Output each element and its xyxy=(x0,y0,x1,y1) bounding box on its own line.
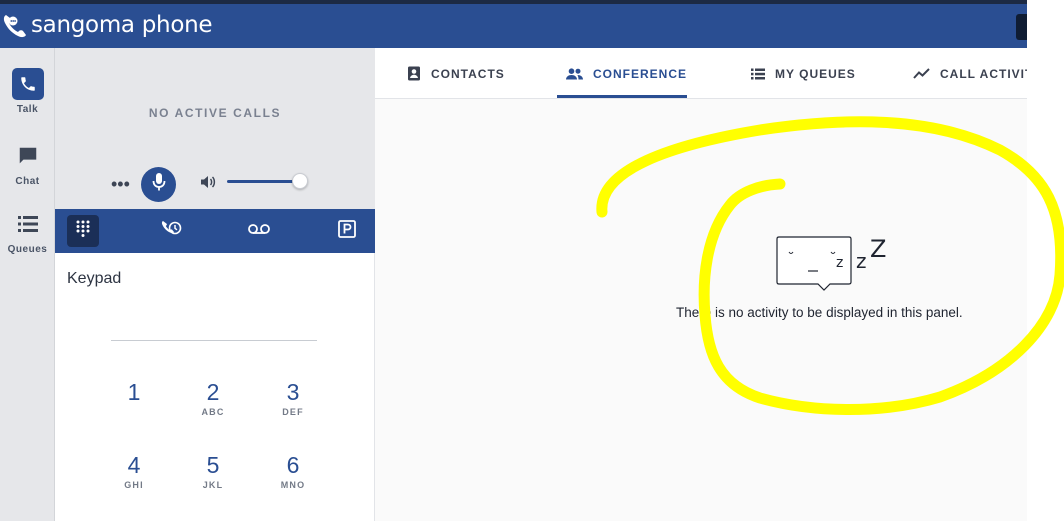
tab-call-activity[interactable]: CALL ACTIVIT xyxy=(913,48,1027,99)
call-status-text: NO ACTIVE CALLS xyxy=(148,106,282,120)
dialpad-button[interactable] xyxy=(67,215,99,247)
tab-my-queues[interactable]: MY QUEUES xyxy=(751,48,856,99)
rail-item-chat[interactable]: Chat xyxy=(0,140,55,187)
call-history-button[interactable] xyxy=(155,215,187,247)
key-letters: JKL xyxy=(202,480,224,490)
sangoma-logo-icon xyxy=(2,13,28,39)
rail-label-chat: Chat xyxy=(15,176,40,187)
list-icon xyxy=(751,68,765,80)
key-number: 4 xyxy=(127,452,141,478)
panel-tabs: CONTACTS CONFERENCE MY QUEUES CALL ACTIV… xyxy=(375,48,1027,99)
key-number: 6 xyxy=(286,452,300,478)
rail-label-queues: Queues xyxy=(7,244,48,255)
key-4[interactable]: 4 GHI xyxy=(104,452,164,491)
app-window: sangoma phone Talk Chat Queues NO ACTIVE… xyxy=(0,0,1027,521)
key-6[interactable]: 6 MNO xyxy=(263,452,323,491)
speaker-icon[interactable] xyxy=(200,175,216,194)
sleeping-bubble-icon: z z Z xyxy=(776,235,888,298)
rail-item-queues[interactable]: Queues xyxy=(0,208,55,255)
key-2[interactable]: 2 ABC xyxy=(183,379,243,418)
contacts-icon xyxy=(407,66,421,81)
key-number: 3 xyxy=(286,379,300,405)
key-number: 5 xyxy=(206,452,220,478)
key-3[interactable]: 3 DEF xyxy=(263,379,323,418)
tab-label: CALL ACTIVIT xyxy=(940,66,1027,81)
mute-button[interactable] xyxy=(141,167,176,202)
keypad-panel: Keypad 1 2 ABC 3 DEF 4 GHI 5 JKL 6 MNO xyxy=(55,253,375,521)
list-icon xyxy=(12,208,44,240)
microphone-icon xyxy=(151,172,167,197)
nav-rail: Talk Chat Queues xyxy=(0,48,55,521)
tab-label: CONTACTS xyxy=(431,66,505,81)
key-number: 1 xyxy=(127,379,141,405)
dialpad-icon xyxy=(75,220,91,243)
voicemail-icon xyxy=(247,222,271,240)
people-icon xyxy=(566,67,583,80)
tab-label: CONFERENCE xyxy=(593,66,688,81)
call-toolbar xyxy=(55,209,375,253)
active-tab-indicator xyxy=(557,95,687,98)
rail-item-talk[interactable]: Talk xyxy=(0,68,55,115)
key-5[interactable]: 5 JKL xyxy=(183,452,243,491)
parking-icon xyxy=(338,219,356,243)
sleep-z-medium: z xyxy=(856,249,867,273)
tab-conference[interactable]: CONFERENCE xyxy=(566,48,687,99)
key-letters: ABC xyxy=(201,407,225,417)
more-dots-icon[interactable]: ••• xyxy=(111,175,130,193)
tab-contacts[interactable]: CONTACTS xyxy=(407,48,505,99)
sleep-z-large: Z xyxy=(870,235,887,263)
volume-slider-handle[interactable] xyxy=(292,173,308,189)
chat-icon xyxy=(12,140,44,172)
header-menu-button[interactable] xyxy=(1016,14,1027,40)
parking-button[interactable] xyxy=(331,215,363,247)
key-letters: DEF xyxy=(282,407,304,417)
key-number: 2 xyxy=(206,379,220,405)
tab-label: MY QUEUES xyxy=(775,66,856,81)
keypad-title: Keypad xyxy=(67,270,122,287)
phone-icon xyxy=(11,68,44,100)
key-letters: MNO xyxy=(280,480,306,490)
rail-label-talk: Talk xyxy=(16,104,39,115)
volume-slider-track[interactable] xyxy=(227,180,301,183)
key-letters xyxy=(104,407,164,418)
voicemail-button[interactable] xyxy=(243,215,275,247)
key-letters: GHI xyxy=(124,480,144,490)
dial-input-line[interactable] xyxy=(111,340,317,341)
activity-chart-icon xyxy=(913,68,930,79)
sleep-z-small: z xyxy=(836,255,844,271)
app-header: sangoma phone xyxy=(0,4,1027,48)
app-title: sangoma phone xyxy=(31,12,213,38)
key-1[interactable]: 1 xyxy=(104,379,164,418)
call-status-panel: NO ACTIVE CALLS ••• xyxy=(55,48,375,209)
call-history-icon xyxy=(160,219,182,244)
window-right-margin xyxy=(1027,0,1064,521)
empty-state-message: There is no activity to be displayed in … xyxy=(676,305,963,320)
